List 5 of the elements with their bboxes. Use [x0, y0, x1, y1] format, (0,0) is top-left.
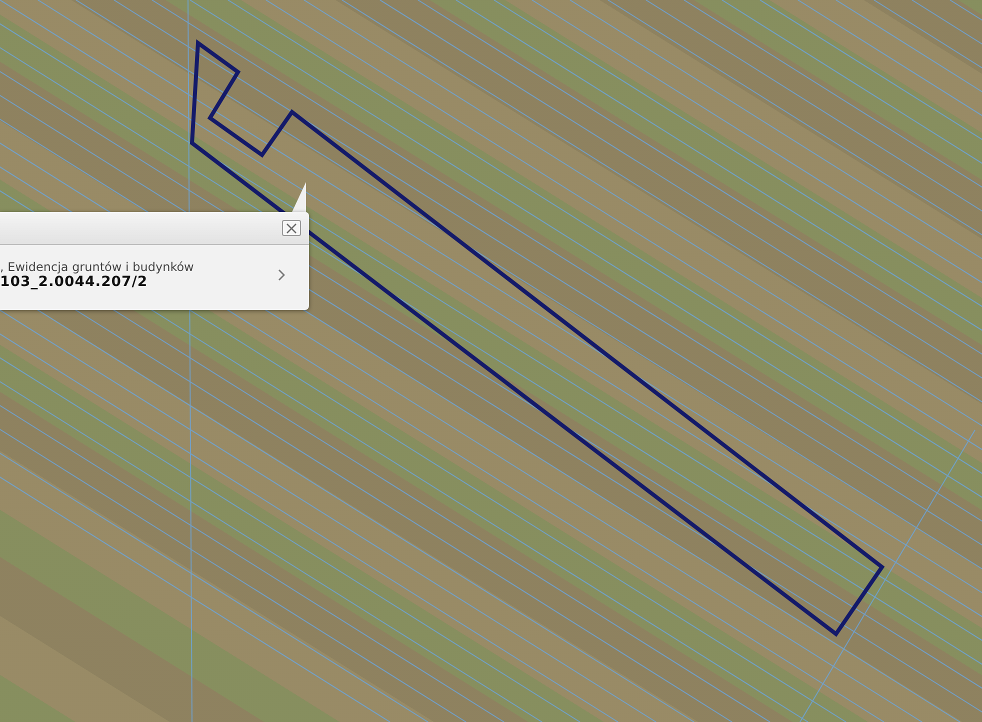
- chevron-right-icon[interactable]: [278, 268, 285, 280]
- layer-name: , Ewidencja gruntów i budynków: [0, 260, 194, 274]
- parcel-id: 103_2.0044.207/2: [0, 274, 149, 290]
- close-button[interactable]: [282, 220, 301, 236]
- close-icon: [286, 222, 297, 234]
